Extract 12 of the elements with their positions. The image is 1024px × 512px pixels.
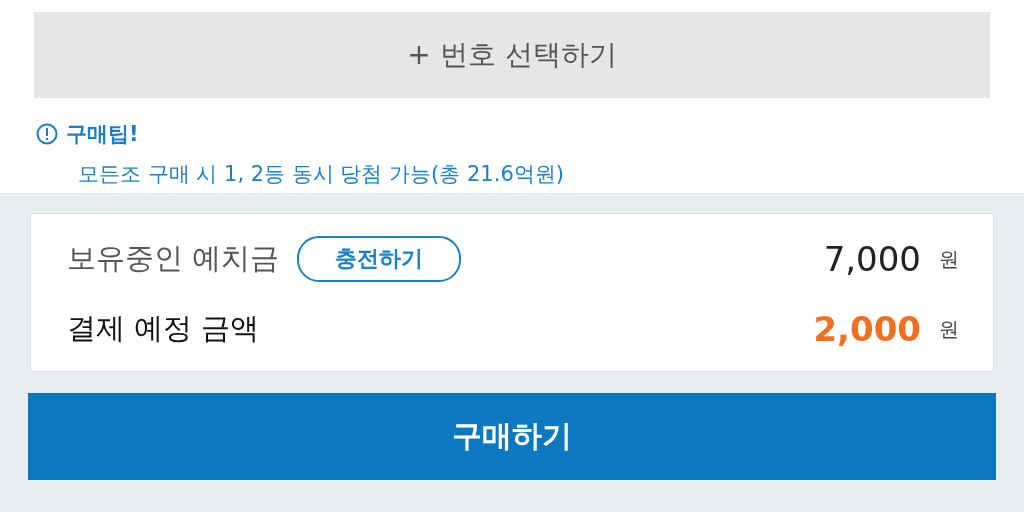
select-number-button[interactable]: + 번호 선택하기 <box>34 12 990 98</box>
info-icon <box>36 123 58 145</box>
amount-label: 보유중인 예치금 <box>67 240 280 277</box>
amount-value: 2,000 <box>813 309 921 349</box>
amount-label: 결제 예정 금액 <box>67 310 260 347</box>
amount-value: 7,000 <box>823 239 921 279</box>
charge-button[interactable]: 충전하기 <box>297 236 462 282</box>
currency-unit: 원 <box>939 245 959 273</box>
purchase-button[interactable]: 구매하기 <box>28 393 996 480</box>
currency-unit: 원 <box>939 315 959 343</box>
tip-text: 모든조 구매 시 1, 2등 동시 당첨 가능(총 21.6억원) <box>78 161 564 188</box>
tip-title: 구매팁! <box>66 121 139 148</box>
